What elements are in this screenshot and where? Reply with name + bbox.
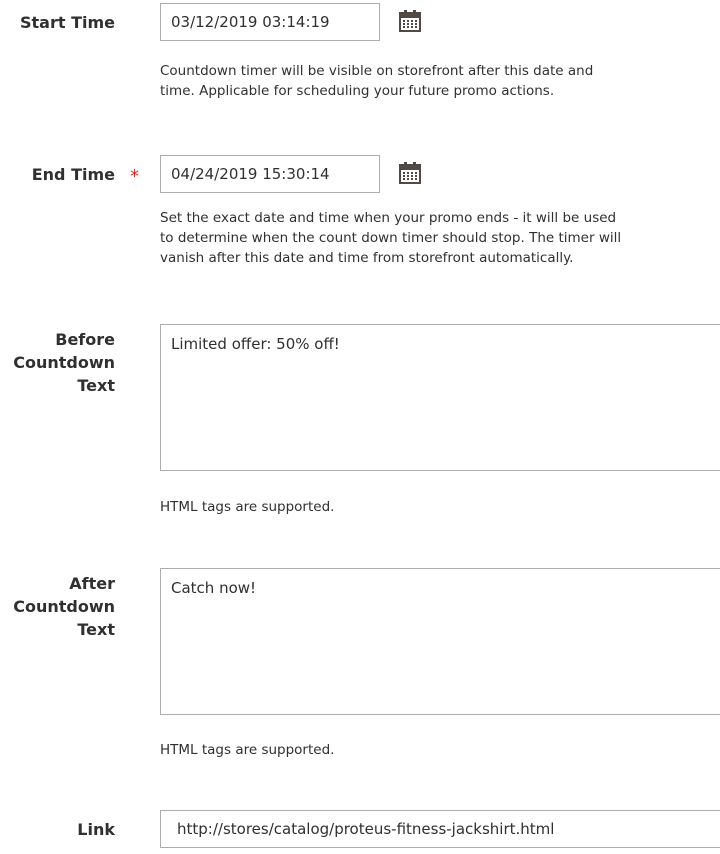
before-countdown-textarea[interactable]: Limited offer: 50% off! (160, 324, 720, 471)
after-countdown-label: After Countdown Text (13, 572, 115, 641)
calendar-icon[interactable] (398, 9, 422, 33)
start-time-note-line: Countdown timer will be visible on store… (160, 63, 594, 79)
end-time-label: End Time (31, 165, 115, 184)
required-marker: * (130, 166, 139, 187)
label-line: Text (77, 620, 115, 639)
end-time-note-line: Set the exact date and time when your pr… (160, 210, 617, 226)
before-countdown-label: Before Countdown Text (13, 328, 115, 397)
link-input[interactable] (160, 810, 720, 848)
link-label: Link (77, 820, 115, 839)
start-time-label: Start Time (20, 13, 115, 32)
start-time-note: Countdown timer will be visible on store… (160, 61, 720, 101)
start-time-input[interactable] (160, 3, 380, 41)
label-line: Text (77, 376, 115, 395)
end-time-note-line: vanish after this date and time from sto… (160, 250, 574, 266)
label-line: After (69, 574, 115, 593)
end-time-note: Set the exact date and time when your pr… (160, 208, 720, 268)
start-time-note-line: time. Applicable for scheduling your fut… (160, 83, 555, 99)
after-countdown-textarea[interactable]: Catch now! (160, 568, 720, 715)
label-line: Before (55, 330, 115, 349)
label-line: Countdown (13, 597, 115, 616)
after-countdown-note: HTML tags are supported. (160, 742, 335, 758)
end-time-input[interactable] (160, 155, 380, 193)
calendar-icon[interactable] (398, 161, 422, 185)
before-countdown-note: HTML tags are supported. (160, 499, 335, 515)
end-time-note-line: to determine when the count down timer s… (160, 230, 622, 246)
label-line: Countdown (13, 353, 115, 372)
